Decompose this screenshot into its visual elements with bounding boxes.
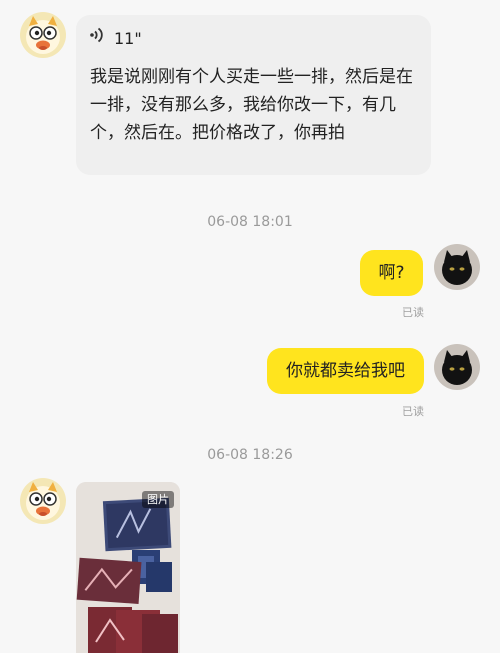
read-status: 已读 (402, 306, 424, 319)
message-text: 你就都卖给我吧 (286, 361, 405, 381)
cartoon-cat-avatar-icon (20, 478, 66, 524)
voice-transcript: 我是说刚刚有个人买走一些一排，然后是在一排，没有那么多，我给你改一下，有几个，然… (90, 67, 413, 143)
outgoing-message-bubble[interactable]: 你就都卖给我吧 (267, 348, 424, 394)
contact-avatar[interactable] (20, 12, 66, 58)
message-text: 啊? (378, 263, 405, 283)
sound-wave-icon (90, 25, 104, 53)
black-cat-avatar-icon (434, 244, 480, 290)
timestamp: 06-08 18:26 (207, 447, 293, 463)
timestamp: 06-08 18:01 (207, 214, 293, 230)
contact-avatar[interactable] (20, 478, 66, 524)
voice-row[interactable]: 11" (90, 25, 417, 53)
black-cat-avatar-icon (434, 344, 480, 390)
image-tag: 图片 (142, 491, 174, 508)
own-avatar[interactable] (434, 344, 480, 390)
cartoon-cat-avatar-icon (20, 12, 66, 58)
image-message[interactable]: 图片 (76, 482, 180, 653)
voice-duration: 11" (114, 29, 142, 48)
chat-view: 11" 我是说刚刚有个人买走一些一排，然后是在一排，没有那么多，我给你改一下，有… (0, 0, 500, 653)
outgoing-message-bubble[interactable]: 啊? (360, 250, 423, 296)
own-avatar[interactable] (434, 244, 480, 290)
read-status: 已读 (402, 405, 424, 418)
voice-message-bubble[interactable]: 11" 我是说刚刚有个人买走一些一排，然后是在一排，没有那么多，我给你改一下，有… (76, 15, 431, 175)
